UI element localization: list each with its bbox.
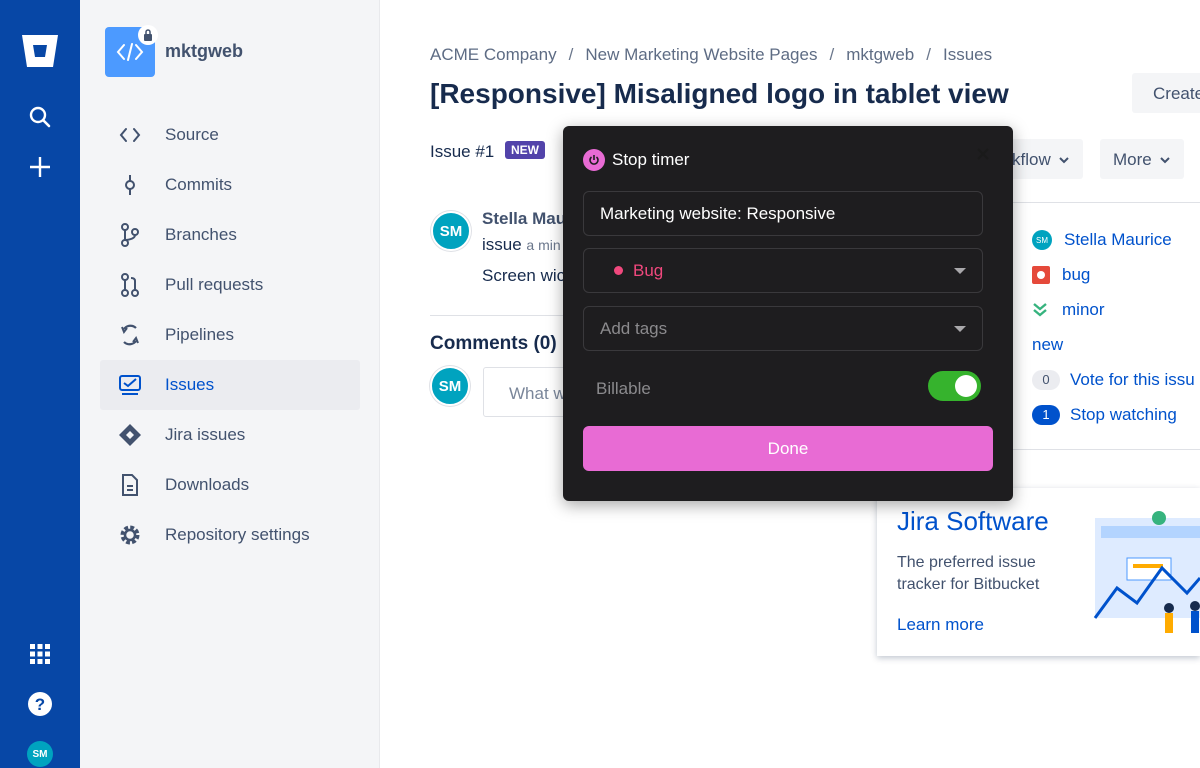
breadcrumb-company[interactable]: ACME Company: [430, 45, 557, 64]
commenter-avatar: SM: [430, 366, 470, 406]
sidebar-item-branches[interactable]: Branches: [100, 210, 360, 260]
page-title: [Responsive] Misaligned logo in tablet v…: [430, 78, 1009, 109]
tags-select[interactable]: Add tags: [583, 306, 983, 351]
vote-row[interactable]: 0 Vote for this issu: [1032, 368, 1195, 392]
status-row[interactable]: new: [1032, 333, 1063, 357]
promo-illustration: [1093, 511, 1200, 633]
close-icon[interactable]: [975, 146, 991, 162]
learn-more-link[interactable]: Learn more: [897, 615, 984, 635]
issue-description: Screen wic: [482, 266, 566, 285]
user-avatar[interactable]: SM: [27, 741, 53, 767]
sidebar-item-jira-issues[interactable]: Jira issues: [100, 410, 360, 460]
project-select[interactable]: Bug: [583, 248, 983, 293]
priority-minor-icon: [1033, 303, 1047, 317]
jira-promo-card: Jira Software The preferred issue tracke…: [877, 488, 1200, 656]
plus-icon[interactable]: [25, 152, 55, 182]
lock-icon: [138, 25, 158, 45]
sidebar-item-pipelines[interactable]: Pipelines: [100, 310, 360, 360]
assignee-avatar: SM: [1032, 230, 1052, 250]
repo-name[interactable]: mktgweb: [165, 41, 243, 62]
done-button[interactable]: Done: [583, 426, 993, 471]
priority-row[interactable]: minor: [1032, 298, 1105, 322]
more-button[interactable]: More: [1100, 139, 1184, 179]
sidebar-item-issues[interactable]: Issues: [100, 360, 360, 410]
caret-down-icon: [954, 268, 966, 274]
project-color-dot: [614, 266, 623, 275]
source-icon: [118, 123, 142, 147]
kind-row[interactable]: bug: [1032, 263, 1090, 287]
promo-text: The preferred issue tracker for Bitbucke…: [897, 554, 1040, 593]
description-field[interactable]: Marketing website: Responsive: [583, 191, 983, 236]
bug-icon: [1032, 266, 1050, 284]
global-nav: ? SM: [0, 0, 80, 768]
search-icon[interactable]: [25, 102, 55, 132]
author-avatar[interactable]: SM: [431, 211, 471, 251]
caret-down-icon: [954, 326, 966, 332]
svg-text:?: ?: [35, 695, 45, 714]
status-badge: NEW: [505, 141, 545, 159]
sidebar-item-repository-settings[interactable]: Repository settings: [100, 510, 360, 560]
sidebar-item-pull-requests[interactable]: Pull requests: [100, 260, 360, 310]
app-switcher-icon[interactable]: [25, 639, 55, 669]
chevron-down-icon: [1160, 157, 1170, 164]
billable-toggle[interactable]: [928, 371, 981, 401]
assignee-row[interactable]: SM Stella Maurice: [1032, 228, 1172, 252]
create-button[interactable]: Create: [1132, 73, 1200, 113]
breadcrumb-project[interactable]: New Marketing Website Pages: [585, 45, 817, 64]
comments-heading: Comments (0): [430, 333, 557, 354]
breadcrumb-issues[interactable]: Issues: [943, 45, 992, 64]
power-icon[interactable]: [583, 149, 605, 171]
stop-timer-modal: Stop timer Marketing website: Responsive…: [563, 126, 1013, 501]
action-text: issue a min: [482, 235, 561, 254]
breadcrumb-repo[interactable]: mktgweb: [846, 45, 914, 64]
commits-icon: [118, 173, 142, 197]
watch-row[interactable]: 1 Stop watching: [1032, 403, 1177, 427]
chevron-down-icon: [1059, 157, 1069, 164]
vote-count: 0: [1032, 370, 1060, 390]
project-sidebar: mktgweb Source Commits Branches Pull req…: [80, 0, 380, 768]
code-icon: [116, 43, 144, 61]
jira-icon: [118, 423, 142, 447]
billable-label: Billable: [596, 379, 651, 398]
branches-icon: [118, 223, 142, 247]
sidebar-item-downloads[interactable]: Downloads: [100, 460, 360, 510]
author-name[interactable]: Stella Mau: [482, 209, 566, 229]
watcher-count: 1: [1032, 405, 1060, 425]
bitbucket-logo[interactable]: [21, 33, 59, 69]
toggle-knob: [955, 375, 977, 397]
breadcrumb: ACME Company / New Marketing Website Pages…: [430, 45, 993, 64]
promo-title: Jira Software: [897, 506, 1049, 536]
pipelines-icon: [118, 323, 142, 347]
issue-id: Issue #1: [430, 142, 495, 161]
sidebar-item-source[interactable]: Source: [100, 110, 360, 160]
modal-title: Stop timer: [612, 150, 690, 169]
modal-header: Stop timer: [583, 149, 689, 171]
sidebar-item-commits[interactable]: Commits: [100, 160, 360, 210]
pull-requests-icon: [118, 273, 142, 297]
downloads-icon: [118, 473, 142, 497]
issues-icon: [118, 373, 142, 397]
gear-icon: [118, 523, 142, 547]
help-icon[interactable]: ?: [25, 689, 55, 719]
